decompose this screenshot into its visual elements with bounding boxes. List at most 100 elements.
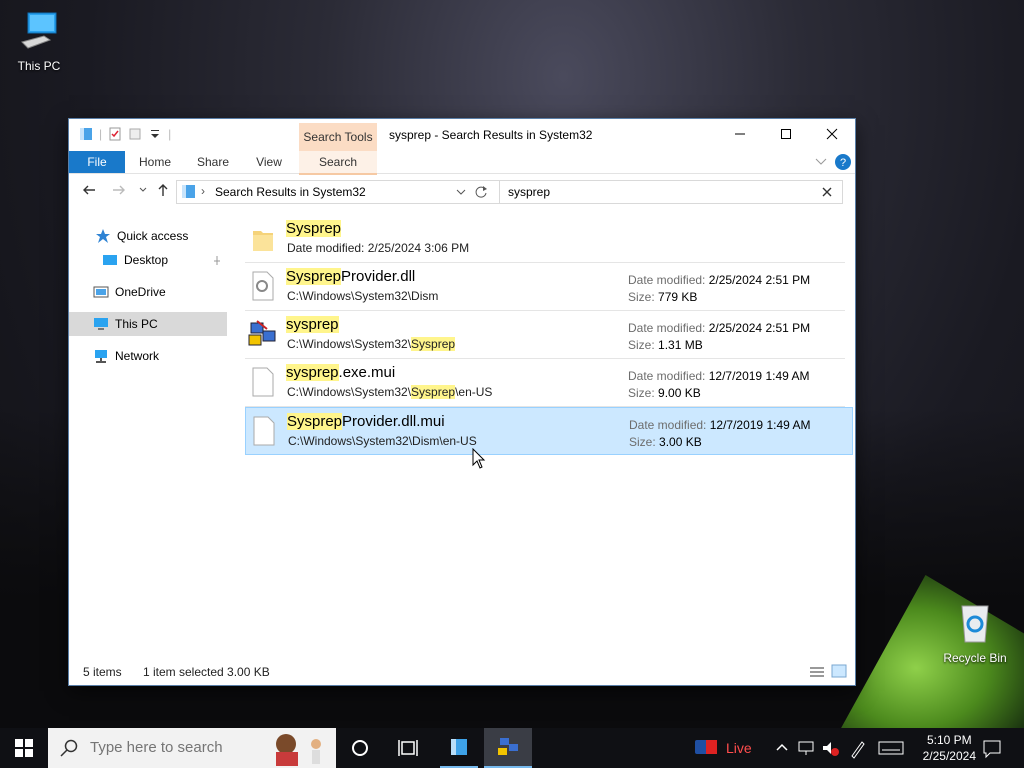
- expand-ribbon-chevron-icon[interactable]: [815, 157, 827, 167]
- file-size: Size: 3.00 KB: [629, 435, 702, 449]
- clear-search-icon[interactable]: [822, 187, 832, 197]
- pen-workspace-icon[interactable]: [848, 736, 868, 760]
- search-icon: [60, 739, 78, 757]
- file-name: Sysprep: [286, 220, 342, 237]
- nav-item-this-pc[interactable]: This PC: [69, 312, 227, 336]
- search-input[interactable]: [506, 184, 810, 200]
- nav-item-label: Quick access: [117, 229, 189, 243]
- list-item[interactable]: Sysprep Date modified: 2/25/2024 3:06 PM: [245, 215, 853, 263]
- back-button[interactable]: [81, 183, 97, 199]
- customize-qat-icon[interactable]: [148, 127, 162, 141]
- desktop-icon-label: This PC: [17, 59, 61, 73]
- tab-share[interactable]: Share: [189, 151, 237, 173]
- qat-separator: |: [99, 127, 103, 141]
- desktop-icon-recycle-bin[interactable]: Recycle Bin: [940, 602, 1010, 665]
- system-clock[interactable]: 5:10 PM 2/25/2024: [923, 732, 976, 764]
- taskbar-search-input[interactable]: [88, 738, 262, 757]
- generic-file-icon: [253, 416, 275, 446]
- close-icon: [826, 128, 838, 140]
- desktop-icon-this-pc[interactable]: This PC: [4, 10, 74, 73]
- minimize-button[interactable]: [717, 119, 763, 149]
- svg-text:?: ?: [840, 157, 846, 169]
- address-dropdown-chevron-icon[interactable]: [456, 187, 466, 197]
- file-explorer-icon: [451, 739, 467, 755]
- volume-muted-icon[interactable]: [820, 736, 840, 760]
- nav-item-quick-access[interactable]: Quick access: [69, 224, 227, 248]
- taskbar-file-explorer-button[interactable]: [440, 728, 478, 768]
- file-name: sysprep: [286, 316, 339, 333]
- search-box[interactable]: [499, 180, 843, 204]
- item-count: 5 items: [83, 665, 122, 679]
- date-modified: Date modified: 12/7/2019 1:49 AM: [628, 369, 810, 383]
- explorer-app-icon: [80, 128, 92, 140]
- nav-item-label: Network: [115, 349, 160, 363]
- tab-view[interactable]: View: [245, 151, 293, 173]
- this-pc-icon: [94, 318, 108, 330]
- refresh-icon[interactable]: [473, 184, 489, 200]
- file-name: SysprepProvider.dll.mui: [287, 413, 445, 430]
- file-name: sysprep.exe.mui: [286, 364, 396, 381]
- live-badge[interactable]: Live: [726, 740, 752, 756]
- status-bar: 5 items 1 item selected 3.00 KB: [69, 659, 855, 685]
- task-view-icon[interactable]: [396, 736, 420, 760]
- tab-file[interactable]: File: [69, 151, 125, 173]
- recent-locations-button[interactable]: [135, 183, 151, 199]
- nav-item-desktop[interactable]: Desktop: [69, 248, 227, 272]
- date-modified: Date modified: 2/25/2024 2:51 PM: [628, 321, 811, 335]
- mouse-cursor-icon: [472, 448, 486, 469]
- nav-item-label: This PC: [115, 317, 158, 331]
- show-hidden-icons-chevron-icon[interactable]: [774, 736, 790, 760]
- touch-keyboard-icon[interactable]: [878, 736, 904, 760]
- cortana-icon[interactable]: [348, 736, 372, 760]
- file-size: Size: 9.00 KB: [628, 386, 701, 400]
- file-path: C:\Windows\System32\Sysprep\en-US: [287, 385, 493, 399]
- nav-item-onedrive[interactable]: OneDrive: [69, 280, 227, 304]
- tab-search[interactable]: Search: [299, 151, 377, 175]
- network-status-icon[interactable]: [796, 736, 816, 760]
- list-item[interactable]: SysprepProvider.dll C:\Windows\System32\…: [245, 263, 853, 311]
- tab-home[interactable]: Home: [131, 151, 179, 173]
- start-windows-icon[interactable]: [12, 736, 36, 760]
- file-path: C:\Windows\System32\Dism: [287, 289, 439, 303]
- notification-center-icon[interactable]: [982, 736, 1002, 760]
- maximize-icon: [781, 129, 791, 139]
- breadcrumb: Search Results in System32: [215, 185, 366, 199]
- file-explorer-window: | | Search Tools sysprep - Search Result…: [69, 119, 855, 685]
- address-bar[interactable]: › Search Results in System32: [176, 180, 500, 204]
- details-view-icon[interactable]: [809, 665, 825, 679]
- close-button[interactable]: [809, 119, 855, 149]
- forward-button[interactable]: [111, 183, 127, 199]
- list-item[interactable]: sysprep C:\Windows\System32\Sysprep Date…: [245, 311, 853, 359]
- properties-icon[interactable]: [108, 127, 122, 141]
- list-item[interactable]: sysprep.exe.mui C:\Windows\System32\Sysp…: [245, 359, 853, 407]
- maximize-button[interactable]: [763, 119, 809, 149]
- forward-arrow-icon: [113, 185, 125, 195]
- sysprep-taskbar-icon: [498, 738, 518, 755]
- file-name: SysprepProvider.dll: [286, 268, 416, 285]
- up-button[interactable]: [155, 183, 171, 199]
- qat-separator: |: [168, 127, 172, 141]
- taskbar-sysprep-button[interactable]: [484, 728, 532, 768]
- help-icon[interactable]: ?: [834, 153, 852, 171]
- clock-date: 2/25/2024: [922, 749, 976, 763]
- taskbar-search-box[interactable]: [48, 728, 336, 768]
- navigation-pane: Quick access Desktop OneDrive This PC Ne…: [69, 219, 229, 659]
- file-size: Size: 779 KB: [628, 290, 698, 304]
- onedrive-icon: [93, 286, 109, 298]
- search-highlight-illustration-icon: [276, 734, 321, 766]
- date-modified: Date modified: 12/7/2019 1:49 AM: [629, 418, 811, 432]
- star-icon: [96, 229, 110, 243]
- list-item-selected[interactable]: SysprepProvider.dll.mui C:\Windows\Syste…: [245, 407, 853, 455]
- large-icons-view-icon[interactable]: [831, 664, 847, 678]
- nav-item-network[interactable]: Network: [69, 344, 227, 368]
- date-modified: Date modified: 2/25/2024 2:51 PM: [628, 273, 811, 287]
- file-path: C:\Windows\System32\Dism\en-US: [288, 434, 477, 448]
- desktop-folder-icon: [103, 255, 117, 265]
- up-arrow-icon: [158, 184, 168, 196]
- pin-icon[interactable]: [212, 255, 222, 265]
- search-tools-context-tab: Search Tools: [299, 123, 377, 151]
- mlb-logo-icon[interactable]: [695, 740, 717, 754]
- folder-icon: [253, 231, 273, 251]
- file-path: C:\Windows\System32\Sysprep: [287, 337, 456, 351]
- new-folder-icon[interactable]: [128, 127, 142, 141]
